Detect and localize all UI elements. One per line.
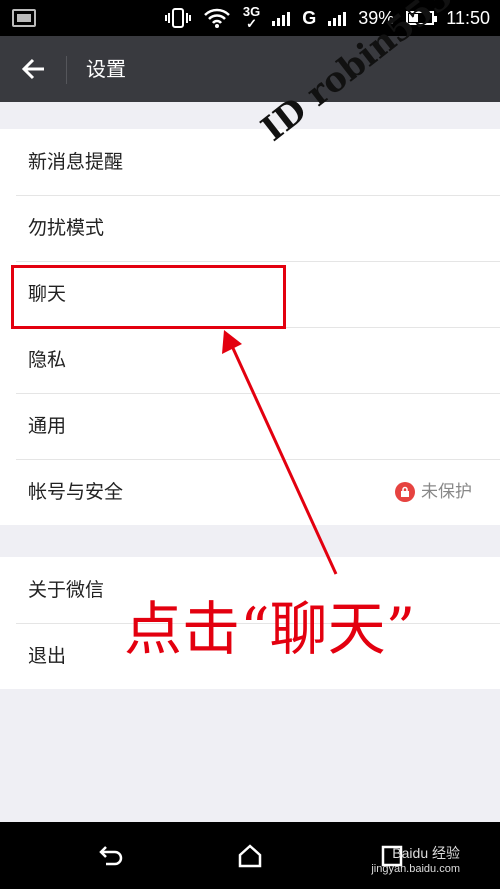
settings-item-do-not-disturb[interactable]: 勿扰模式: [0, 195, 500, 261]
settings-item-label: 通用: [28, 415, 67, 437]
brand-line2: jingyan.baidu.com: [371, 863, 460, 875]
signal2-icon: [328, 10, 347, 26]
check-icon: ✓: [246, 16, 258, 31]
arrow-left-icon[interactable]: [18, 53, 50, 85]
settings-item-account-security[interactable]: 帐号与安全 未保护: [0, 459, 500, 525]
settings-item-label: 新消息提醒: [28, 151, 124, 173]
chat-highlight-box: [11, 265, 286, 329]
back-nav-icon[interactable]: [94, 840, 126, 872]
status-badge: 未保护: [395, 459, 472, 525]
settings-item-label: 帐号与安全: [28, 481, 124, 503]
carrier-label: G: [302, 7, 317, 28]
home-icon[interactable]: [234, 840, 266, 872]
settings-item-label: 隐私: [28, 349, 67, 371]
settings-item-privacy[interactable]: 隐私: [0, 327, 500, 393]
signal-icon: [272, 10, 291, 26]
account-status-text: 未保护: [421, 482, 472, 502]
app-bar: 设置: [0, 36, 500, 102]
settings-item-label: 勿扰模式: [28, 217, 105, 239]
lock-icon: [395, 482, 415, 502]
wifi-icon: [203, 6, 231, 30]
settings-item-general[interactable]: 通用: [0, 393, 500, 459]
baidu-jingyan-logo: Baidu 经验 jingyan.baidu.com: [371, 845, 460, 877]
network-type: 3G ✓: [243, 5, 260, 31]
vibrate-icon: [164, 6, 191, 30]
brand-line1: Baidu 经验: [392, 845, 460, 861]
settings-item-label: 关于微信: [28, 579, 105, 601]
settings-item-label: 退出: [28, 645, 67, 667]
appbar-divider: [66, 56, 67, 84]
annotation-caption: 点击“聊天”: [124, 595, 416, 663]
gallery-icon: [12, 9, 36, 27]
settings-item-new-message[interactable]: 新消息提醒: [0, 129, 500, 195]
page-title: 设置: [86, 57, 126, 81]
